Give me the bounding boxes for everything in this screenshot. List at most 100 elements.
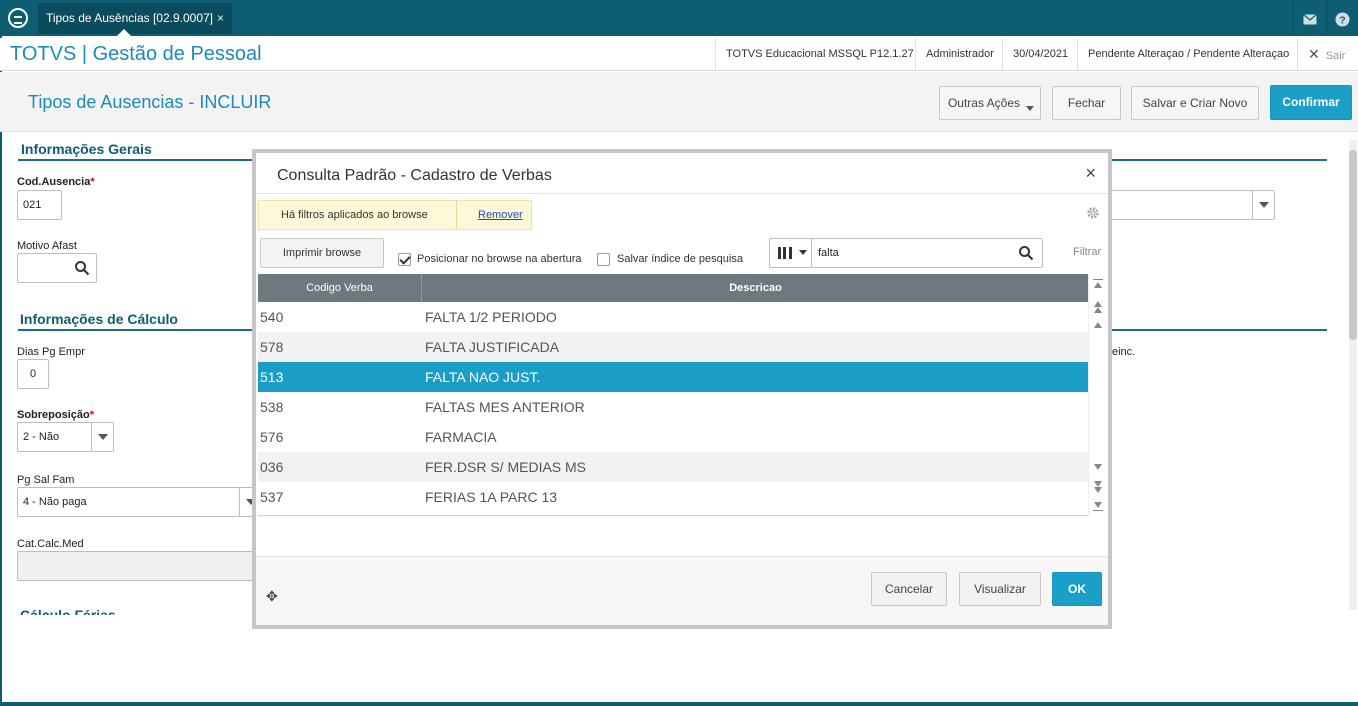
bottom-border [0, 702, 1358, 706]
row-desc: FALTA JUSTIFICADA [425, 339, 560, 355]
gear-icon[interactable] [1086, 206, 1100, 220]
row-code: 538 [260, 399, 284, 415]
pg-sal-fam-select[interactable]: 4 - Não paga [17, 487, 277, 517]
modal-header-divider [256, 193, 1108, 194]
scroll-top-bar-icon [1093, 279, 1103, 280]
table-row-selected[interactable]: 513 FALTA NAO JUST. [258, 362, 1088, 392]
filter-note-text: Há filtros aplicados ao browse [281, 209, 428, 221]
modal-close-icon[interactable]: × [1085, 163, 1096, 184]
scroll-up-icon[interactable] [1094, 322, 1102, 328]
status-label: Pendente Alteraçao / Pendente Alteraçao [1077, 38, 1299, 71]
cod-ausencia-input[interactable]: 021 [17, 190, 62, 220]
page-title: Tipos de Ausencias - INCLUIR [28, 92, 272, 112]
grid-header: Codigo Verba Descricao [258, 274, 1088, 302]
filter-button[interactable]: Filtrar [1073, 246, 1101, 258]
position-browse-checkbox[interactable] [398, 253, 411, 266]
user-label: Administrador [915, 38, 1004, 71]
close-icon: ✕ [1308, 46, 1320, 62]
app-title: TOTVS | Gestão de Pessoal [10, 43, 262, 65]
other-actions-label: Outras Ações [947, 96, 1021, 110]
verbas-grid: Codigo Verba Descricao 540 FALTA 1/2 PER… [258, 274, 1088, 516]
row-desc: FERIAS 1A PARC 13 [425, 489, 558, 505]
mail-icon[interactable] [1293, 0, 1325, 36]
motivo-afast-input[interactable] [17, 253, 97, 283]
date-label: 30/04/2021 [1002, 38, 1078, 71]
row-code: 540 [260, 309, 284, 325]
view-button[interactable]: Visualizar [959, 572, 1041, 606]
left-border [0, 36, 2, 704]
app-header: TOTVS | Gestão de Pessoal TOTVS Educacio… [0, 38, 1358, 71]
chevron-down-icon[interactable] [91, 423, 113, 451]
column-header-codigo[interactable]: Codigo Verba [258, 274, 422, 302]
environment-label: TOTVS Educacional MSSQL P12.1.27 [715, 38, 924, 71]
svg-text:?: ? [1339, 15, 1345, 26]
chevron-down-icon [799, 250, 807, 255]
scroll-down-icon[interactable] [1094, 464, 1102, 470]
sobreposicao-value: 2 - Não [23, 431, 60, 443]
row-code: 576 [260, 429, 284, 445]
row-desc: FARMACIA [425, 429, 497, 445]
scroll-bottom-bar-icon [1093, 510, 1103, 511]
scroll-first-icon[interactable] [1094, 282, 1102, 288]
modal-search: falta [769, 238, 1043, 268]
top-bar: Tipos de Ausências [02.9.0007] × ? [0, 0, 1358, 36]
table-row[interactable]: 578 FALTA JUSTIFICADA [258, 332, 1088, 362]
required-mark: * [89, 409, 95, 421]
section-general-title: Informações Gerais [21, 141, 152, 157]
scroll-last-icon[interactable] [1094, 502, 1102, 508]
sobreposicao-select[interactable]: 2 - Não [17, 422, 114, 452]
print-browse-button[interactable]: Imprimir browse [260, 238, 384, 268]
row-desc: FER.DSR S/ MEDIAS MS [425, 459, 587, 475]
form-scrollbar-thumb[interactable] [1349, 150, 1357, 340]
table-row[interactable]: 540 FALTA 1/2 PERIODO [258, 302, 1088, 332]
action-bar: Tipos de Ausencias - INCLUIR Outras Açõe… [0, 72, 1358, 132]
column-header-descricao[interactable]: Descricao [423, 274, 1088, 302]
tab-close-icon[interactable]: × [217, 11, 224, 25]
consulta-padrao-modal: Consulta Padrão - Cadastro de Verbas × H… [256, 153, 1108, 625]
exit-button[interactable]: ✕ Sair [1297, 38, 1355, 71]
cat-calc-med-input[interactable] [17, 551, 277, 581]
table-row[interactable]: 537 FERIAS 1A PARC 13 [258, 482, 1088, 512]
reinc-label: einc. [1112, 346, 1136, 358]
save-index-checkbox[interactable] [597, 253, 610, 266]
table-row[interactable]: 538 FALTAS MES ANTERIOR [258, 392, 1088, 422]
motivo-afast-label: Motivo Afast [17, 240, 77, 252]
columns-icon [778, 247, 792, 259]
tab-active-caret-icon [117, 29, 131, 36]
help-icon[interactable]: ? [1326, 0, 1358, 36]
totvs-logo-icon[interactable] [8, 8, 28, 28]
save-new-button[interactable]: Salvar e Criar Novo [1131, 86, 1259, 120]
tab-tipos-ausencias[interactable]: Tipos de Ausências [02.9.0007] × [38, 3, 233, 34]
modal-footer: ✥ Cancelar Visualizar OK [256, 557, 1108, 625]
ok-button[interactable]: OK [1052, 572, 1102, 606]
confirm-button[interactable]: Confirmar [1270, 85, 1352, 120]
search-icon[interactable] [74, 260, 90, 276]
cod-ausencia-label: Cod.Ausencia* [17, 176, 95, 188]
search-icon[interactable] [1018, 245, 1034, 261]
row-desc: FALTAS MES ANTERIOR [425, 399, 585, 415]
chevron-down-icon[interactable] [1252, 191, 1274, 219]
form-scrollbar[interactable] [1349, 140, 1357, 610]
columns-selector[interactable] [770, 239, 812, 267]
grid-scrollbar[interactable] [1088, 274, 1106, 516]
right-field-select[interactable] [1098, 190, 1275, 220]
table-row[interactable]: 576 FARMACIA [258, 422, 1088, 452]
table-row[interactable]: 036 FER.DSR S/ MEDIAS MS [258, 452, 1088, 482]
sobreposicao-label-text: Sobreposição [17, 409, 90, 421]
close-form-button[interactable]: Fechar [1052, 86, 1121, 120]
sobreposicao-label: Sobreposição* [17, 409, 94, 421]
dias-pg-empr-input[interactable]: 0 [17, 359, 49, 389]
modal-search-input[interactable]: falta [818, 239, 839, 267]
pg-sal-fam-label: Pg Sal Fam [17, 474, 75, 486]
remove-filter-link[interactable]: Remover [478, 201, 523, 229]
cod-ausencia-label-text: Cod.Ausencia [17, 176, 91, 188]
row-code: 578 [260, 339, 284, 355]
move-icon[interactable]: ✥ [266, 588, 278, 605]
filter-note: Há filtros aplicados ao browse Remover [258, 200, 532, 230]
section-calc-title: Informações de Cálculo [20, 311, 178, 327]
modal-title: Consulta Padrão - Cadastro de Verbas [277, 167, 552, 184]
filter-note-divider [456, 201, 457, 229]
scroll-page-down-icon-2 [1094, 487, 1102, 493]
other-actions-button[interactable]: Outras Ações [939, 86, 1041, 120]
cancel-button[interactable]: Cancelar [871, 572, 947, 606]
